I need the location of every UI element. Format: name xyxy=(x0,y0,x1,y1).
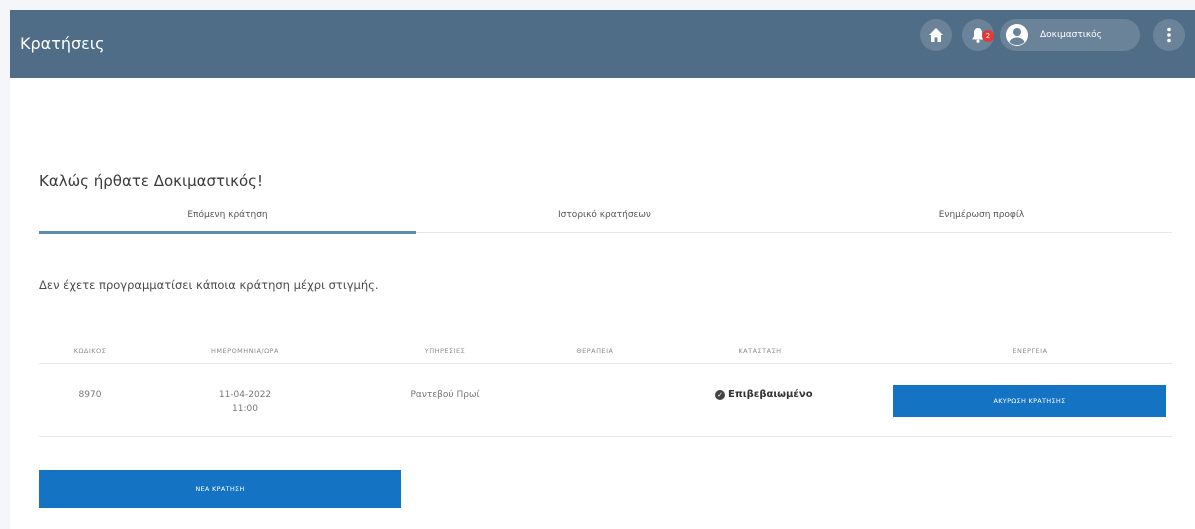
tab-active-indicator xyxy=(39,231,416,234)
booking-time: 11:00 xyxy=(232,404,258,414)
check-circle-icon: ✓ xyxy=(715,389,725,400)
table-row-divider xyxy=(39,436,1172,437)
home-button[interactable] xyxy=(920,19,952,51)
table-header-divider xyxy=(39,363,1172,364)
welcome-message: Καλώς ήρθατε Δοκιμαστικός! xyxy=(39,172,263,190)
more-vertical-icon xyxy=(1167,27,1171,43)
booking-code: 8970 xyxy=(78,390,102,400)
more-options-button[interactable] xyxy=(1153,19,1185,51)
page-title: Κρατήσεις xyxy=(20,34,105,53)
new-booking-button[interactable]: ΝΕΑ ΚΡΑΤΗΣΗ xyxy=(39,470,401,508)
user-menu[interactable]: Δοκιμαστικός xyxy=(1000,19,1140,51)
booking-service: Ραντεβού Πρωί xyxy=(410,390,480,400)
no-bookings-notice: Δεν έχετε προγραμματίσει κάποια κράτηση … xyxy=(39,278,379,292)
column-header-code: ΚΩΔΙΚΟΣ xyxy=(73,347,107,355)
column-header-datetime: ΗΜΕΡΟΜΗΝΙΑ/ΩΡΑ xyxy=(211,347,279,355)
user-name: Δοκιμαστικός xyxy=(1040,30,1102,40)
tab-next-booking[interactable]: Επόμενη κράτηση xyxy=(39,195,416,235)
booking-status: ✓ Επιβεβαιωμένο xyxy=(715,389,813,400)
notification-badge: 2 xyxy=(982,30,994,42)
tab-update-profile[interactable]: Ενημέρωση προφίλ xyxy=(793,195,1170,235)
column-header-action: ΕΝΕΡΓΕΙΑ xyxy=(1012,347,1048,355)
column-header-services: ΥΠΗΡΕΣΙΕΣ xyxy=(424,347,466,355)
booking-date: 11-04-2022 xyxy=(218,390,272,400)
user-avatar-icon xyxy=(1004,22,1030,48)
home-icon xyxy=(929,28,943,42)
booking-status-label: Επιβεβαιωμένο xyxy=(728,389,813,400)
content-card xyxy=(10,78,1195,529)
cancel-booking-button[interactable]: ΑΚΥΡΩΣΗ ΚΡΑΤΗΣΗΣ xyxy=(893,385,1166,417)
tab-booking-history[interactable]: Ιστορικό κρατήσεων xyxy=(416,195,793,235)
column-header-status: ΚΑΤΑΣΤΑΣΗ xyxy=(738,347,782,355)
column-header-therapy: ΘΕΡΑΠΕΙΑ xyxy=(576,347,614,355)
